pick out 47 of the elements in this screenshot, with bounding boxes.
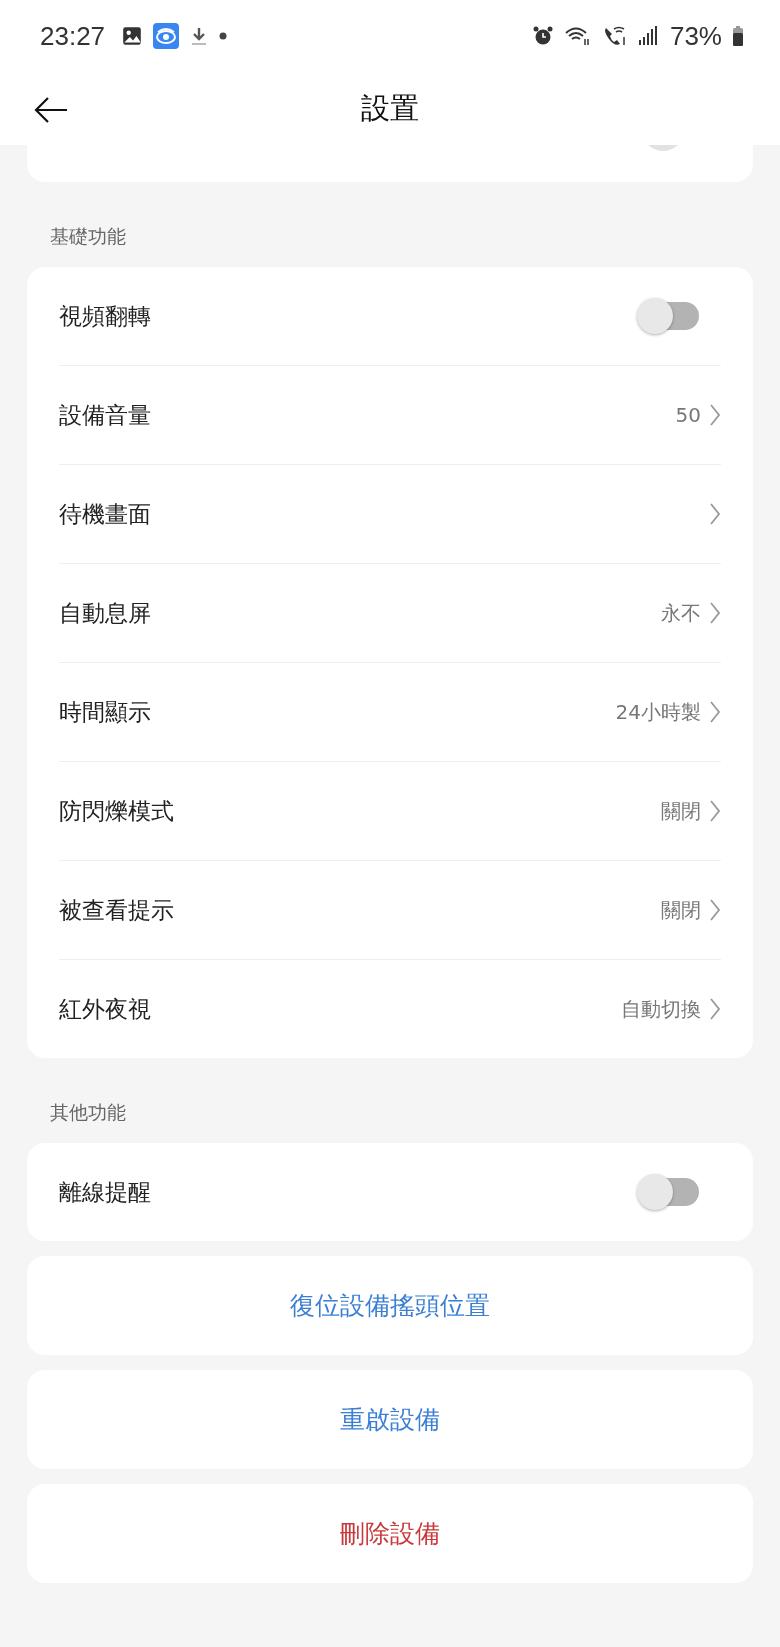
row-value: 50 xyxy=(675,403,701,427)
settings-row[interactable]: 紅外夜視 自動切換 xyxy=(59,960,721,1058)
settings-row[interactable]: 時間顯示 24小時製 xyxy=(59,663,721,762)
row-value: 永不 xyxy=(661,599,701,627)
settings-row[interactable]: 防閃爍模式 關閉 xyxy=(59,762,721,861)
chevron-icon xyxy=(709,502,721,526)
chevron-icon xyxy=(709,700,721,724)
action-button[interactable]: 復位設備搖頭位置 xyxy=(27,1256,753,1355)
row-label: 離線提醒 xyxy=(59,1177,152,1207)
settings-row[interactable]: 自動息屏 永不 xyxy=(59,564,721,663)
row-label: 紅外夜視 xyxy=(59,994,152,1024)
row-value: 自動切換 xyxy=(621,995,701,1023)
row-value: 關閉 xyxy=(661,896,701,924)
action-button[interactable]: 重啟設備 xyxy=(27,1370,753,1469)
action-button[interactable]: 刪除設備 xyxy=(27,1484,753,1583)
dot-icon xyxy=(219,32,228,40)
chevron-icon xyxy=(709,601,721,625)
chevron-icon xyxy=(709,898,721,922)
chevron-icon xyxy=(709,997,721,1021)
settings-row[interactable]: 離線提醒 xyxy=(59,1143,721,1241)
settings-row[interactable]: 被查看提示 關閉 xyxy=(59,861,721,960)
chevron-icon xyxy=(709,799,721,823)
settings-row[interactable]: 設備音量 50 xyxy=(59,366,721,465)
alarm-icon xyxy=(531,25,554,47)
row-label: 被查看提示 xyxy=(59,895,175,925)
row-label: 待機畫面 xyxy=(59,499,152,529)
row-label: 防閃爍模式 xyxy=(59,796,175,826)
row-label: 時間顯示 xyxy=(59,697,152,727)
image-icon xyxy=(121,25,144,47)
row-label: 設備音量 xyxy=(59,400,152,430)
chevron-icon xyxy=(709,403,721,427)
row-label: 自動息屏 xyxy=(59,598,152,628)
wifi-icon xyxy=(563,25,592,47)
eye-app-icon xyxy=(153,23,180,49)
row-value: 24小時製 xyxy=(615,698,701,726)
battery-percent: 73% xyxy=(669,20,722,52)
row-label: 視頻翻轉 xyxy=(59,301,152,331)
battery-icon xyxy=(732,25,744,47)
back-arrow-icon[interactable] xyxy=(33,96,69,124)
section-header: 其他功能 xyxy=(49,1100,127,1125)
page-title: 設置 xyxy=(361,89,419,127)
settings-row[interactable]: 待機畫面 xyxy=(59,465,721,564)
section-header: 基礎功能 xyxy=(49,224,127,249)
status-time: 23:27 xyxy=(40,20,106,52)
settings-row[interactable]: 視頻翻轉 xyxy=(59,267,721,366)
row-value: 關閉 xyxy=(661,797,701,825)
signal-icon xyxy=(637,26,658,46)
